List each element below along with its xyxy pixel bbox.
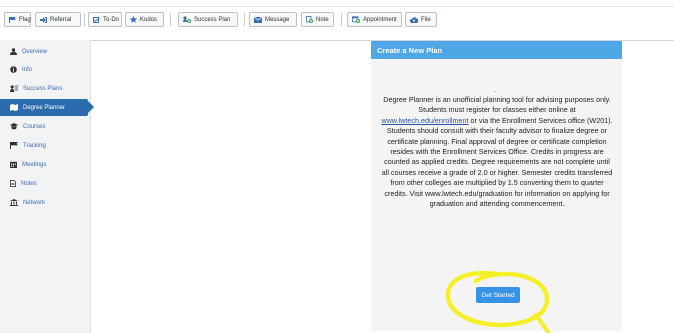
panel-dot: . [494,87,496,94]
map-icon [10,104,18,111]
toolbar-top-line [0,6,674,7]
note-label: Note [316,16,329,23]
toolbar-divider [341,13,342,26]
enrollment-link[interactable]: www.lwtech.edu/enrollment [381,116,468,125]
sidebar-item-courses[interactable]: Courses [0,118,90,135]
sidebar-item-success-plans[interactable]: Success Plans [0,80,90,97]
sidebar-item-notes[interactable]: Notes [0,175,90,192]
user-icon [10,48,17,55]
sidebar-item-label: Tracking [23,142,46,149]
message-label: Message [265,16,290,23]
sidebar-item-label: Courses [23,123,46,130]
sidebar-item-network[interactable]: Network [0,194,90,211]
calendar-icon [10,161,17,168]
disclaimer-text: Degree Planner is an unofficial planning… [380,95,614,209]
todo-button[interactable]: To-Do [88,12,122,27]
todo-label: To-Do [103,16,120,23]
sidebar-item-info[interactable]: Info [0,61,90,78]
note-button[interactable]: Note [301,12,334,27]
info-icon [10,66,17,73]
create-plan-panel: Create a New Plan . Degree Planner is an… [371,41,622,331]
toolbar-divider [170,13,171,26]
toolbar-divider [84,13,85,26]
kudos-label: Kudos [140,16,158,23]
sign-in-icon [40,16,47,23]
bank-icon [10,199,18,206]
sidebar-item-label: Success Plans [23,85,63,92]
appointment-label: Appointment [363,16,397,23]
flag-icon [9,16,16,23]
disclaimer-text-end: or via the Enrollment Services office (W… [381,115,613,209]
panel-title: Create a New Plan [371,41,622,59]
envelope-icon [254,16,262,23]
success-plans-icon [10,85,18,92]
flag-label: Flag [19,16,31,23]
referral-button[interactable]: Referral [35,12,81,27]
note-add-icon [306,16,313,23]
success-plan-icon [183,16,191,23]
sidebar-item-tracking[interactable]: Tracking [0,137,90,154]
flag-icon [10,142,18,149]
sidebar-item-label: Overview [22,48,48,55]
file-label: File [421,16,431,23]
appointment-button[interactable]: Appointment [347,12,402,27]
file-button[interactable]: File [405,12,437,27]
referral-label: Referral [50,16,72,23]
get-started-button[interactable]: Get Started [476,287,520,303]
star-icon [130,16,137,23]
sidebar: Overview Info Success Plans Degree Plann… [0,40,94,333]
kudos-button[interactable]: Kudos [125,12,164,27]
sidebar-item-label: Meetings [22,161,47,168]
sidebar-item-degree-planner[interactable]: Degree Planner [0,99,94,116]
calendar-add-icon [352,16,360,23]
cloud-upload-icon [410,16,418,23]
sidebar-item-label: Notes [21,180,37,187]
success-plan-label: Success Plan [194,16,231,23]
sidebar-item-label: Network [23,199,46,206]
sidebar-item-label: Degree Planner [23,104,66,111]
graduation-cap-icon [10,123,18,130]
document-icon [10,180,16,187]
toolbar-divider [244,13,245,26]
action-toolbar: Flag Referral To-Do Kudos Success Plan M… [0,0,674,41]
disclaimer-text-start: Degree Planner is an unofficial planning… [383,95,611,115]
sidebar-item-meetings[interactable]: Meetings [0,156,90,173]
sidebar-item-label: Info [22,66,33,73]
checkbox-icon [93,16,100,23]
message-button[interactable]: Message [249,12,297,27]
sidebar-item-overview[interactable]: Overview [0,43,90,60]
flag-button[interactable]: Flag [4,12,31,27]
success-plan-button[interactable]: Success Plan [178,12,238,27]
